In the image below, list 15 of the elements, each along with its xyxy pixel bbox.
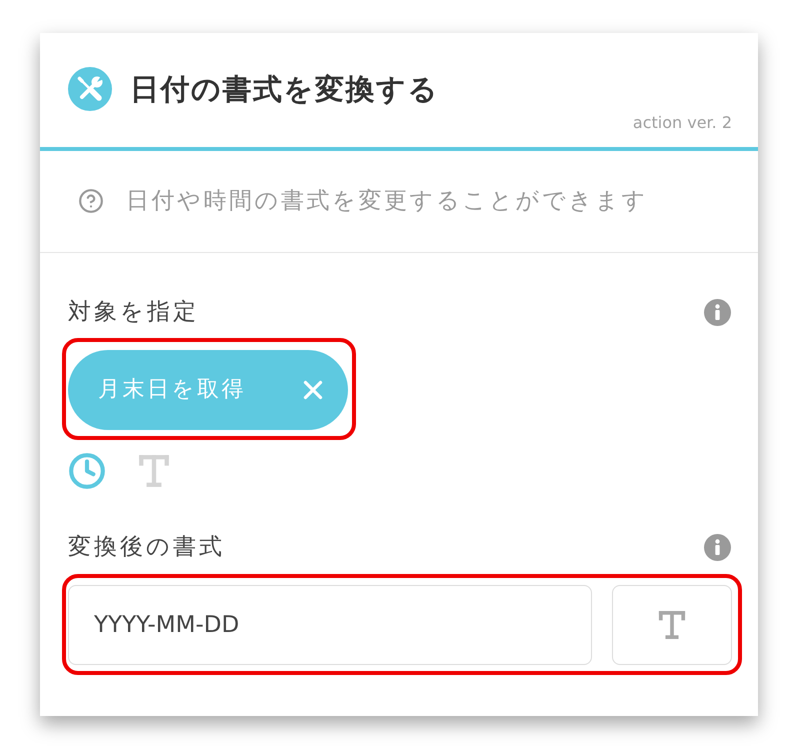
text-icon xyxy=(658,610,686,640)
field-label: 対象を指定 xyxy=(68,298,199,327)
tools-icon xyxy=(68,67,112,111)
version-label: action ver. 2 xyxy=(632,113,732,133)
field-label: 変換後の書式 xyxy=(68,533,225,562)
help-icon xyxy=(78,188,104,214)
chip-label: 月末日を取得 xyxy=(98,376,246,404)
info-icon[interactable] xyxy=(704,298,731,326)
text-icon[interactable] xyxy=(138,454,170,488)
card-title: 日付の書式を変換する xyxy=(130,71,439,108)
clock-icon[interactable] xyxy=(68,452,106,490)
text-mode-button[interactable] xyxy=(612,585,732,665)
format-input[interactable]: YYYY-MM-DD xyxy=(68,585,592,665)
info-icon[interactable] xyxy=(704,534,731,560)
description-text: 日付や時間の書式を変更することができます xyxy=(126,187,648,216)
